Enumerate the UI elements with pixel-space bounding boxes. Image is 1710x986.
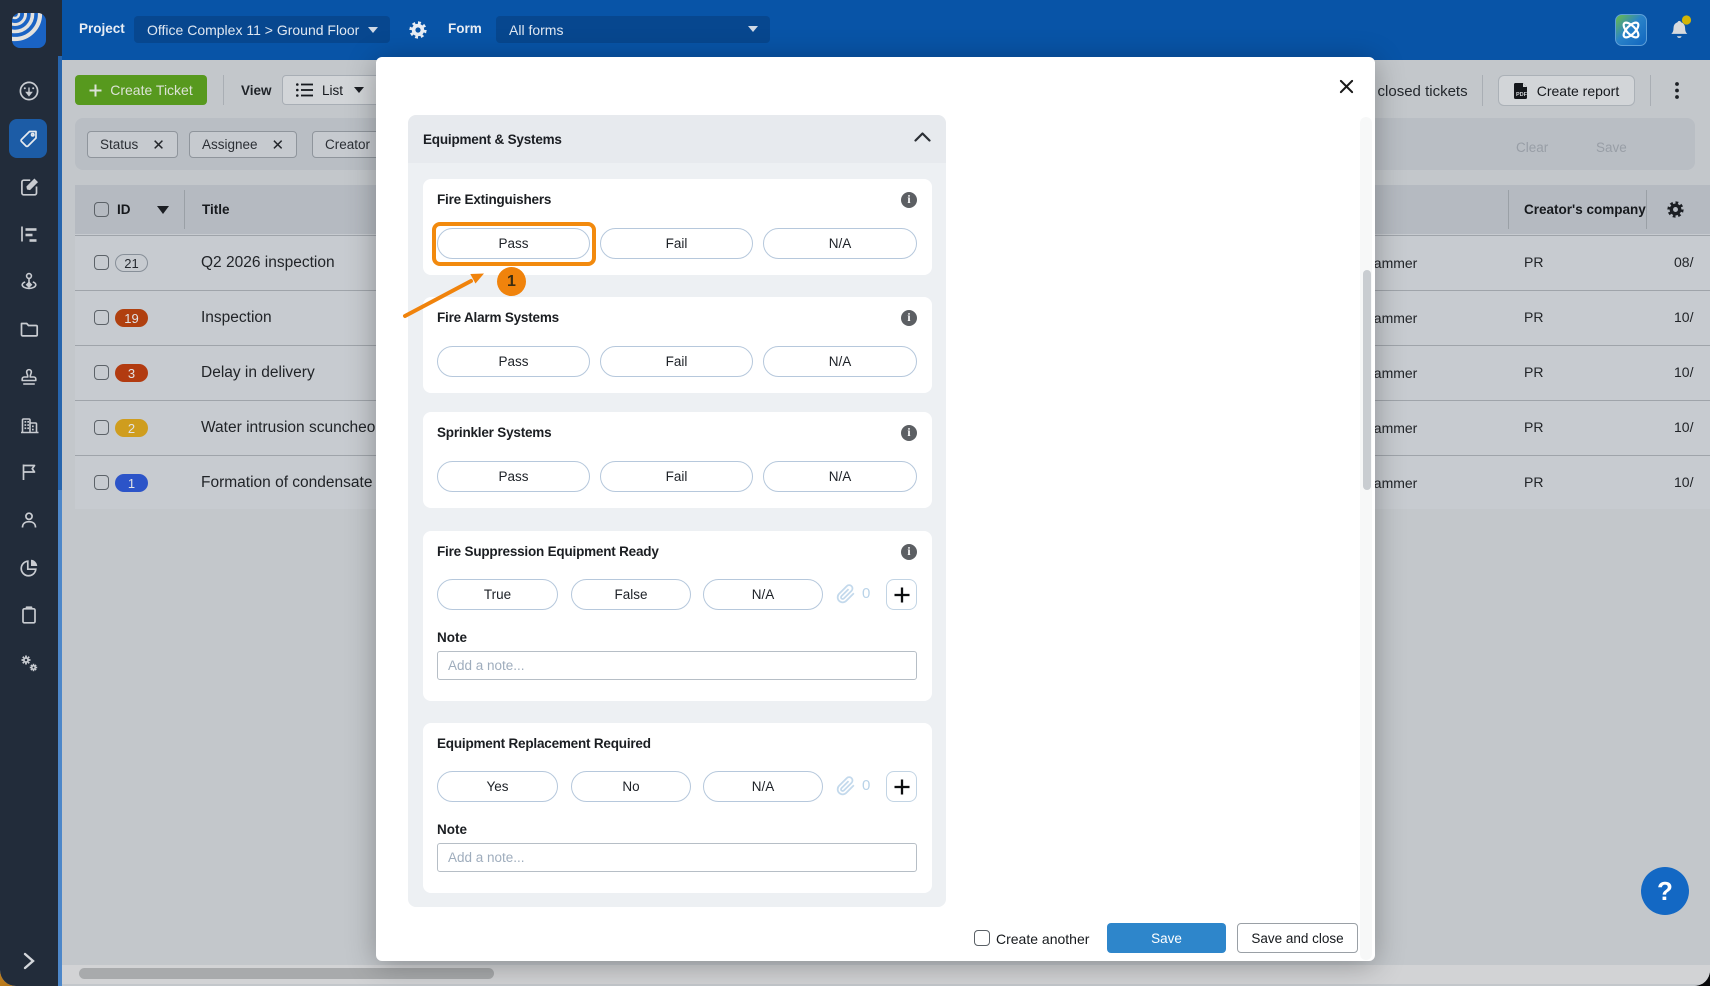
- svg-text:PDF: PDF: [1516, 92, 1528, 98]
